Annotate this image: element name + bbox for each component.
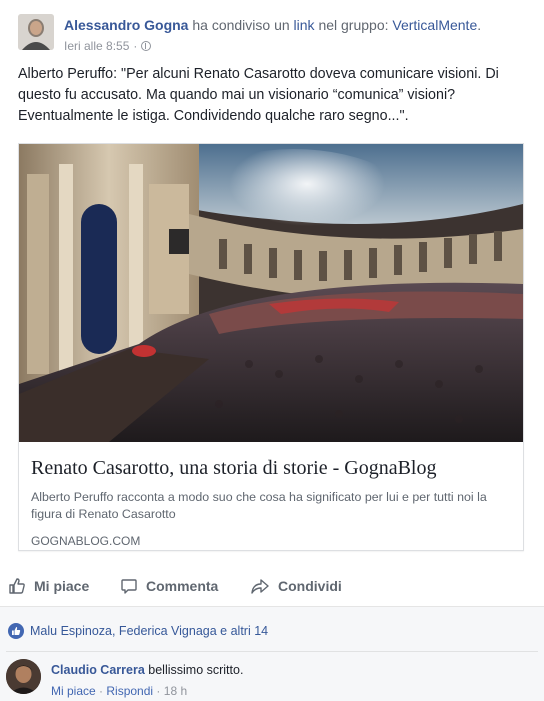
- post-meta: Ieri alle 8:55 ·: [64, 38, 534, 54]
- author-avatar[interactable]: [18, 14, 54, 50]
- comment-meta: Mi piace · Rispondi · 18 h: [51, 683, 521, 699]
- author-name[interactable]: Alessandro Gogna: [64, 17, 188, 33]
- post-text: Alberto Peruffo: "Per alcuni Renato Casa…: [18, 66, 499, 124]
- comment-text: bellissimo scritto.: [148, 663, 244, 677]
- comment-reply-link[interactable]: Rispondi: [106, 684, 153, 698]
- comment-time[interactable]: 18 h: [164, 684, 187, 698]
- action-bar: Mi piace Commenta Condividi: [0, 566, 544, 607]
- link-description: Alberto Peruffo racconta a modo suo che …: [31, 490, 487, 521]
- like-label: Mi piace: [34, 578, 90, 594]
- link-preview-card[interactable]: Renato Casarotto, una storia di storie -…: [18, 143, 524, 551]
- comment: Claudio Carrera bellissimo scritto. Mi p…: [51, 662, 521, 699]
- post-footer: Malu Espinoza, Federica Vignaga e altri …: [0, 607, 544, 701]
- facebook-post: Alessandro Gogna ha condiviso un link ne…: [0, 0, 544, 701]
- post-header: Alessandro Gogna ha condiviso un link ne…: [64, 16, 534, 54]
- reactions-summary[interactable]: Malu Espinoza, Federica Vignaga e altri …: [8, 623, 268, 639]
- action-text-end: .: [477, 17, 482, 33]
- post-header-line: Alessandro Gogna ha condiviso un link ne…: [64, 16, 534, 34]
- theater-photo[interactable]: [19, 144, 523, 442]
- commenter-name[interactable]: Claudio Carrera: [51, 663, 145, 677]
- link-title[interactable]: Renato Casarotto, una storia di storie -…: [31, 456, 511, 480]
- action-text-pre: ha condiviso un: [192, 17, 290, 33]
- like-button[interactable]: Mi piace: [8, 577, 89, 595]
- globe-icon[interactable]: [141, 41, 152, 51]
- commenter-avatar[interactable]: [6, 659, 41, 694]
- like-badge-icon: [8, 623, 24, 639]
- share-button[interactable]: Condividi: [250, 577, 342, 595]
- action-text-mid: nel gruppo:: [318, 17, 389, 33]
- comment-like-link[interactable]: Mi piace: [51, 684, 96, 698]
- footer-divider: [6, 651, 538, 652]
- reactions-text[interactable]: Malu Espinoza, Federica Vignaga e altri …: [30, 624, 268, 638]
- speech-bubble-icon: [120, 577, 138, 595]
- meta-separator: ·: [133, 39, 138, 53]
- comment-meta-separator-2: ·: [156, 684, 161, 698]
- comment-meta-separator: ·: [99, 684, 104, 698]
- thumbs-up-icon: [8, 577, 26, 595]
- post-timestamp[interactable]: Ieri alle 8:55: [64, 38, 129, 54]
- group-name[interactable]: VerticalMente: [392, 17, 477, 33]
- link-word[interactable]: link: [294, 17, 315, 33]
- comment-line: Claudio Carrera bellissimo scritto.: [51, 662, 521, 678]
- share-label: Condividi: [278, 578, 342, 594]
- comment-button[interactable]: Commenta: [120, 577, 218, 595]
- link-domain: GOGNABLOG.COM: [31, 534, 141, 548]
- comment-label: Commenta: [146, 578, 219, 594]
- share-arrow-icon: [250, 577, 270, 595]
